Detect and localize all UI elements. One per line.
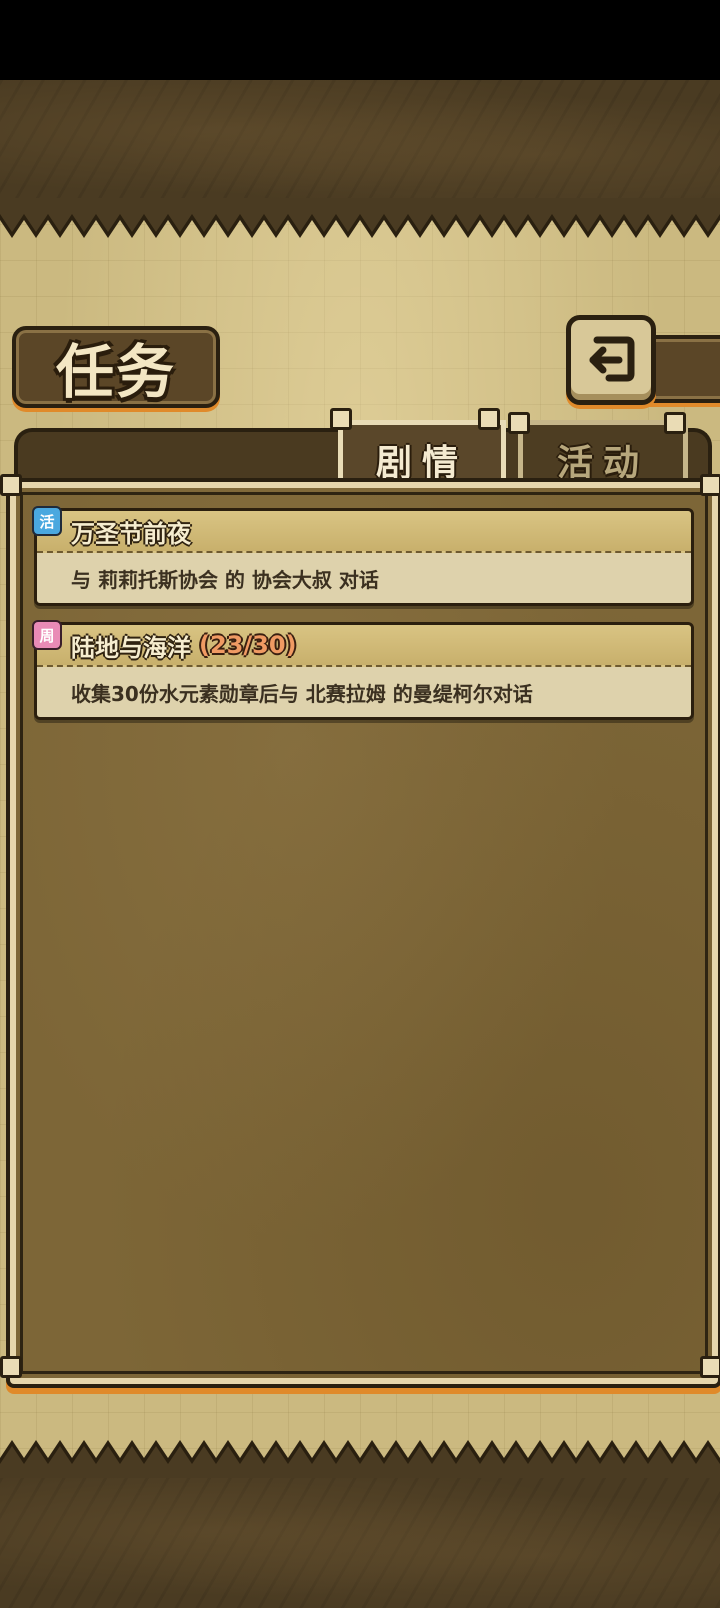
quest-header: 陆地与海洋 (23/30) <box>37 625 691 667</box>
map-background-bottom <box>0 1478 720 1608</box>
quest-item[interactable]: 陆地与海洋 (23/30) 收集30份水元素勋章后与 北赛拉姆 的曼缇柯尔对话 <box>34 622 694 720</box>
zigzag-edge-top <box>0 198 720 238</box>
page-title: 任务 <box>55 338 176 406</box>
back-arrow-icon <box>589 336 635 382</box>
weekly-badge-icon: 周 <box>32 620 62 650</box>
quest-item[interactable]: 万圣节前夜 与 莉莉托斯协会 的 协会大叔 对话 <box>34 508 694 606</box>
zigzag-edge-bottom <box>0 1440 720 1480</box>
event-badge-icon: 活 <box>32 506 62 536</box>
map-background-top <box>0 80 720 205</box>
panel-peg <box>700 1356 720 1378</box>
tab-peg <box>664 412 686 434</box>
panel-peg <box>700 474 720 496</box>
page-title-plate: 任务 <box>12 326 220 408</box>
tab-peg <box>330 408 352 430</box>
back-button[interactable] <box>566 315 656 405</box>
quest-list-panel[interactable] <box>10 482 718 1384</box>
quest-progress: (23/30) <box>199 631 297 659</box>
quest-description: 与 莉莉托斯协会 的 协会大叔 对话 <box>37 553 691 603</box>
status-bar <box>0 0 720 80</box>
quest-description: 收集30份水元素勋章后与 北赛拉姆 的曼缇柯尔对话 <box>37 667 691 717</box>
quest-title: 万圣节前夜 <box>71 519 191 548</box>
quest-header: 万圣节前夜 <box>37 511 691 553</box>
tab-peg <box>478 408 500 430</box>
panel-peg <box>0 474 22 496</box>
tab-peg <box>508 412 530 434</box>
quest-title: 陆地与海洋 <box>71 633 191 662</box>
panel-peg <box>0 1356 22 1378</box>
